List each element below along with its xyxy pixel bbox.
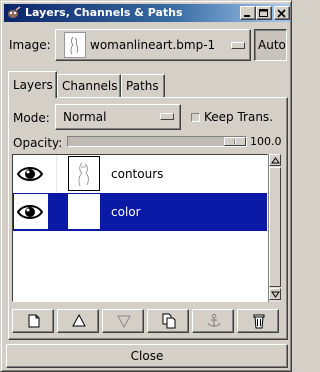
- window-title: Layers, Channels & Paths: [25, 6, 183, 19]
- raise-layer-icon: [72, 313, 86, 327]
- layers-dialog-window: Layers, Channels & Paths Image: womanlin…: [0, 0, 292, 372]
- layer-row-color[interactable]: color: [13, 193, 267, 231]
- tab-paths[interactable]: Paths: [121, 74, 165, 97]
- line-art-preview-icon: [78, 162, 89, 187]
- opacity-value: 100.0: [250, 135, 282, 148]
- lower-layer-button[interactable]: [102, 309, 144, 333]
- scroll-thumb[interactable]: [269, 167, 281, 287]
- layer-thumbnail: [68, 156, 100, 191]
- mode-select[interactable]: Normal: [55, 104, 181, 130]
- maximize-button[interactable]: [256, 6, 272, 20]
- minimize-button[interactable]: [240, 6, 256, 20]
- layer-thumbnail: [68, 194, 100, 229]
- keep-trans-checkbox[interactable]: [191, 113, 200, 122]
- eye-icon: [17, 167, 43, 181]
- duplicate-layer-button[interactable]: [147, 309, 189, 333]
- visibility-toggle[interactable]: [14, 194, 48, 229]
- auto-label: Auto: [258, 38, 286, 52]
- row-divider: [56, 155, 57, 193]
- opacity-slider-thumb[interactable]: [224, 137, 246, 146]
- image-select-value: womanlineart.bmp-1: [90, 38, 216, 52]
- dropdown-indicator-icon: [231, 42, 245, 49]
- dropdown-indicator-icon: [160, 113, 174, 120]
- anchor-icon: [207, 313, 221, 327]
- auto-toggle-button[interactable]: Auto: [254, 29, 287, 61]
- tab-channels-label: Channels: [62, 79, 118, 93]
- tab-channels[interactable]: Channels: [57, 74, 121, 97]
- image-label: Image:: [9, 38, 51, 52]
- line-art-preview-icon: [70, 36, 79, 55]
- scroll-up-button[interactable]: [269, 154, 281, 166]
- arrow-down-icon: [271, 291, 280, 298]
- layer-row-contours[interactable]: contours: [13, 155, 267, 193]
- new-layer-button[interactable]: [12, 309, 54, 333]
- layer-name: color: [111, 205, 141, 219]
- delete-layer-button[interactable]: [237, 309, 279, 333]
- image-thumbnail: [64, 32, 86, 58]
- layers-panel: Mode: Normal Keep Trans. Opacity: 100.0: [8, 97, 288, 340]
- keep-trans-label: Keep Trans.: [204, 110, 273, 124]
- image-select[interactable]: womanlineart.bmp-1: [55, 29, 251, 61]
- trash-icon: [253, 314, 265, 329]
- maximize-icon: [259, 9, 268, 17]
- close-window-button[interactable]: [274, 6, 290, 20]
- new-layer-icon: [28, 314, 40, 328]
- anchor-layer-button[interactable]: [192, 309, 234, 333]
- close-button[interactable]: Close: [6, 344, 288, 368]
- tab-layers-label: Layers: [13, 78, 53, 92]
- arrow-up-icon: [271, 157, 280, 164]
- layers-scrollbar[interactable]: [268, 154, 281, 302]
- layer-name: contours: [111, 167, 164, 181]
- title-bar[interactable]: Layers, Channels & Paths: [4, 4, 290, 22]
- lower-layer-icon: [117, 315, 131, 329]
- scroll-down-button[interactable]: [269, 288, 281, 300]
- tab-paths-label: Paths: [126, 79, 159, 93]
- layer-actions-bar: [12, 309, 283, 335]
- tab-layers[interactable]: Layers: [8, 71, 57, 98]
- mode-select-value: Normal: [63, 110, 107, 124]
- opacity-slider[interactable]: [67, 136, 247, 147]
- duplicate-layer-icon: [162, 313, 176, 329]
- close-icon: [277, 9, 286, 18]
- raise-layer-button[interactable]: [57, 309, 99, 333]
- opacity-label: Opacity:: [13, 136, 63, 150]
- layers-list: contours color: [12, 154, 268, 302]
- gimp-app-icon: [8, 6, 21, 18]
- eye-icon: [17, 205, 43, 219]
- visibility-toggle[interactable]: [14, 156, 48, 191]
- mode-label: Mode:: [13, 111, 50, 125]
- minimize-icon: [244, 15, 250, 17]
